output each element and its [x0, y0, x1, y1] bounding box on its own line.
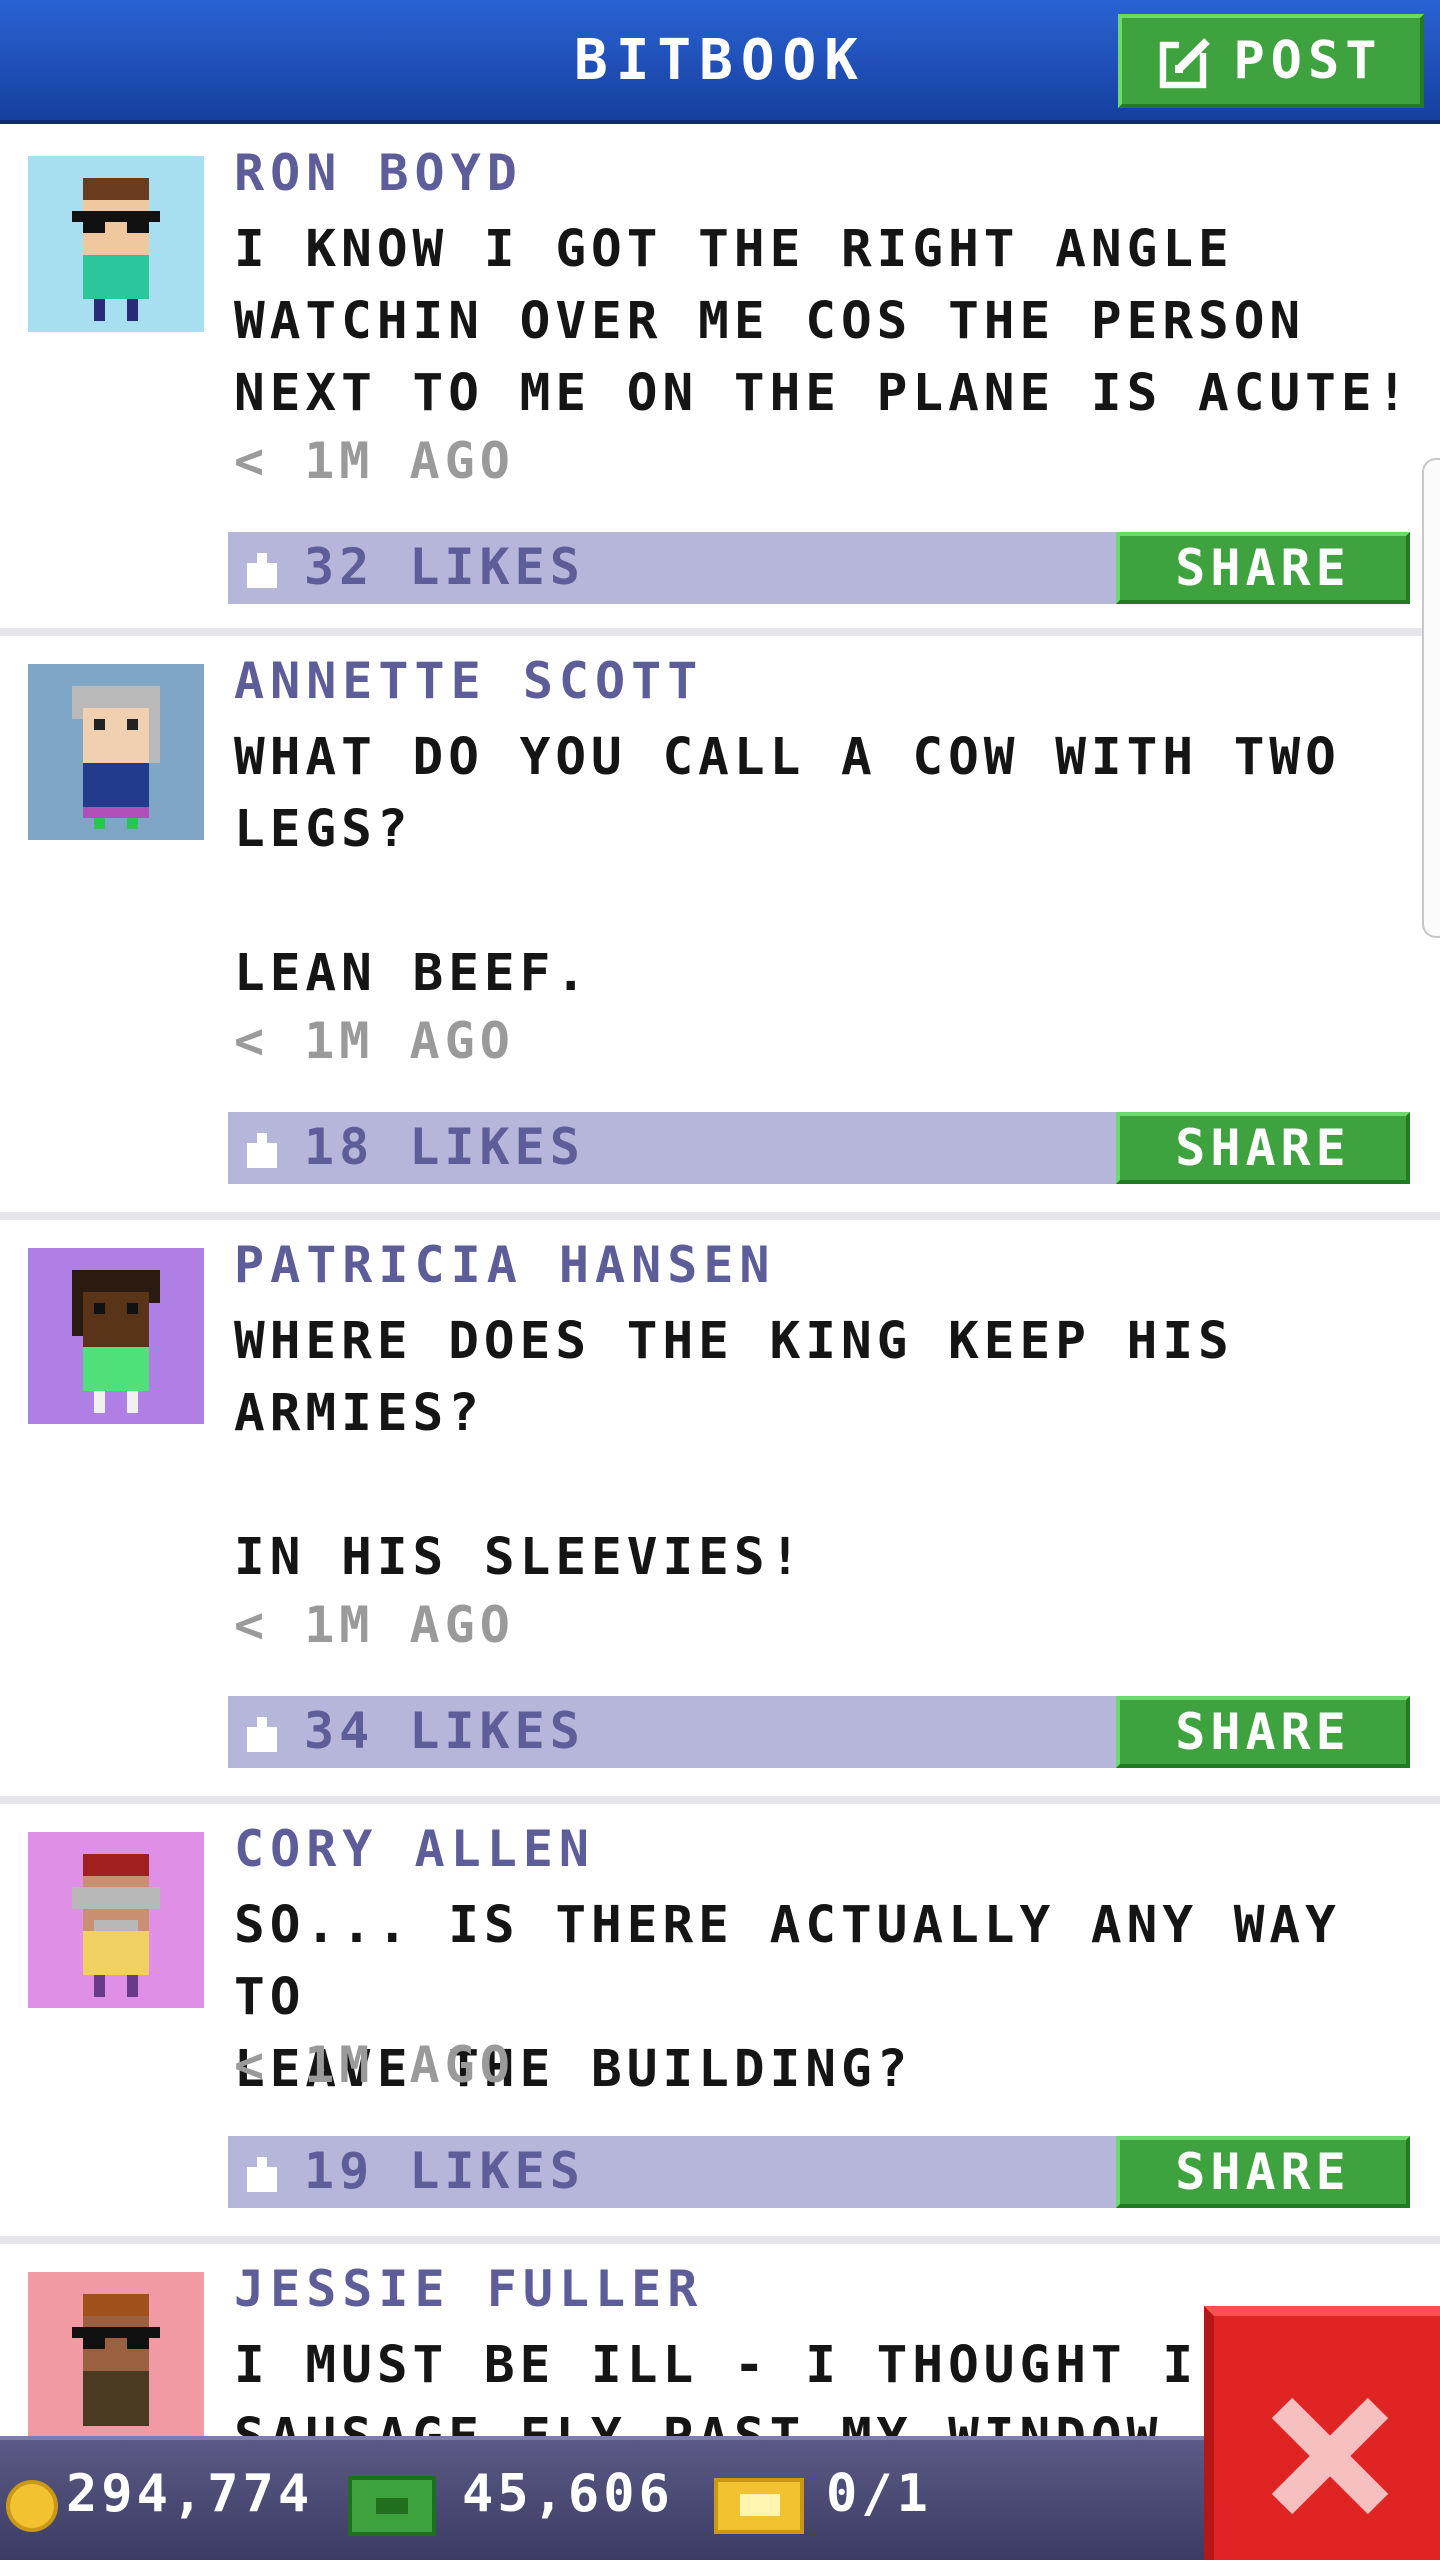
post-item: RON BOYD I KNOW I GOT THE RIGHT ANGLE WA… [0, 128, 1440, 634]
avatar[interactable] [28, 1832, 204, 2008]
post-divider [0, 2236, 1440, 2244]
avatar-image [28, 1248, 204, 1424]
like-count: 19 LIKES [304, 2142, 585, 2200]
ticket-icon [714, 2478, 804, 2534]
post-item: CORY ALLEN SO... IS THERE ACTUALLY ANY W… [0, 1804, 1440, 2244]
coin-icon [6, 2480, 58, 2532]
like-icon[interactable] [242, 1128, 282, 1168]
post-button-label: POST [1233, 31, 1383, 91]
share-button[interactable]: SHARE [1116, 2136, 1410, 2208]
like-bar: 18 LIKES SHARE [228, 1112, 1410, 1184]
share-button[interactable]: SHARE [1116, 1112, 1410, 1184]
like-bar: 32 LIKES SHARE [228, 532, 1410, 604]
like-count: 34 LIKES [304, 1702, 585, 1760]
ticket-count: 0/1 [826, 2464, 932, 2524]
like-bar: 19 LIKES SHARE [228, 2136, 1410, 2208]
share-button[interactable]: SHARE [1116, 1696, 1410, 1768]
compose-icon [1160, 37, 1212, 89]
post-time: < 1M AGO [234, 2036, 515, 2094]
avatar[interactable] [28, 1248, 204, 1424]
like-icon[interactable] [242, 2152, 282, 2192]
post-author[interactable]: RON BOYD [234, 144, 523, 202]
like-icon[interactable] [242, 1712, 282, 1752]
avatar-image [28, 2272, 204, 2436]
post-time: < 1M AGO [234, 1596, 515, 1654]
close-icon [1271, 2397, 1389, 2515]
avatar[interactable] [28, 2272, 204, 2436]
post-divider [0, 628, 1440, 636]
like-icon[interactable] [242, 548, 282, 588]
close-button[interactable] [1204, 2306, 1440, 2560]
post-text: WHERE DOES THE KING KEEP HIS ARMIES? IN … [234, 1312, 1234, 1587]
post-author[interactable]: CORY ALLEN [234, 1820, 595, 1878]
like-count: 18 LIKES [304, 1118, 585, 1176]
post-author[interactable]: ANNETTE SCOTT [234, 652, 703, 710]
bux-count: 45,606 [462, 2464, 674, 2524]
post-time: < 1M AGO [234, 432, 515, 490]
feed[interactable]: RON BOYD I KNOW I GOT THE RIGHT ANGLE WA… [0, 128, 1440, 2436]
avatar[interactable] [28, 156, 204, 332]
like-bar: 34 LIKES SHARE [228, 1696, 1410, 1768]
like-count: 32 LIKES [304, 538, 585, 596]
share-button[interactable]: SHARE [1116, 532, 1410, 604]
post-text: I KNOW I GOT THE RIGHT ANGLE WATCHIN OVE… [234, 220, 1413, 423]
avatar-image [28, 664, 204, 840]
post-text: WHAT DO YOU CALL A COW WITH TWO LEGS? LE… [234, 728, 1341, 1003]
scrollbar[interactable] [1422, 458, 1440, 938]
post-divider [0, 1212, 1440, 1220]
avatar-image [28, 156, 204, 332]
post-item: ANNETTE SCOTT WHAT DO YOU CALL A COW WIT… [0, 636, 1440, 1220]
post-author[interactable]: JESSIE FULLER [234, 2260, 703, 2318]
post-divider [0, 1796, 1440, 1804]
post-button[interactable]: POST [1118, 14, 1424, 108]
avatar-image [28, 1832, 204, 2008]
post-time: < 1M AGO [234, 1012, 515, 1070]
header-bar: BITBOOK POST [0, 0, 1440, 124]
avatar[interactable] [28, 664, 204, 840]
coin-count: 294,774 [66, 2464, 314, 2524]
bux-icon [348, 2476, 436, 2536]
post-item: PATRICIA HANSEN WHERE DOES THE KING KEEP… [0, 1220, 1440, 1804]
post-author[interactable]: PATRICIA HANSEN [234, 1236, 776, 1294]
